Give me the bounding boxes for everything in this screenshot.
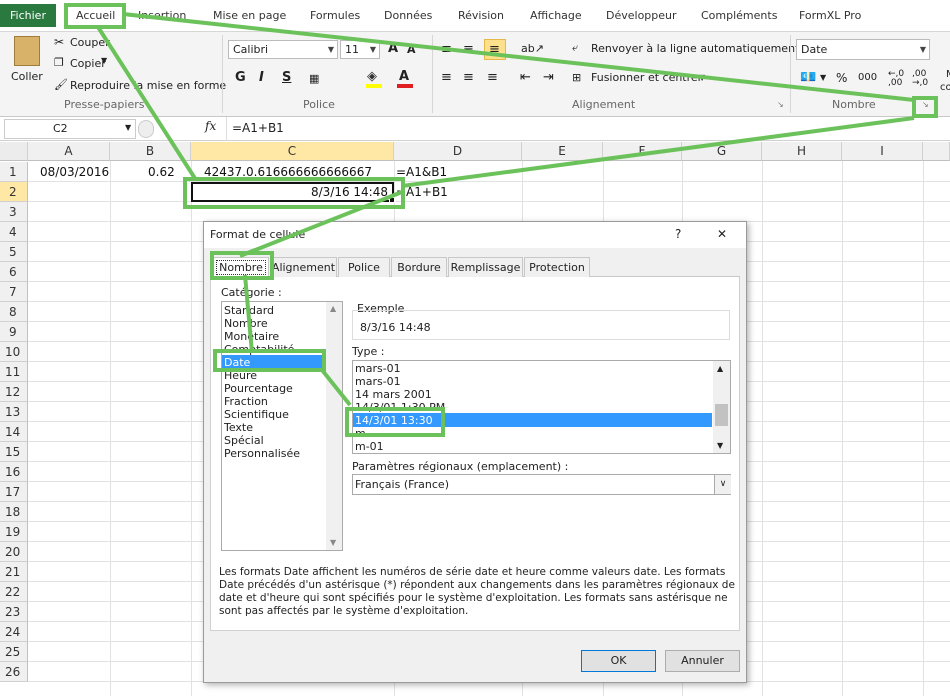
annotation-line <box>239 190 403 258</box>
annotation-line <box>122 12 915 102</box>
annotation-overlay <box>96 12 915 407</box>
annotation-line <box>96 25 198 182</box>
annotation-lines <box>96 12 915 407</box>
annotation-line <box>401 116 915 188</box>
annotation-line <box>320 368 352 407</box>
annotation-line <box>243 274 254 354</box>
